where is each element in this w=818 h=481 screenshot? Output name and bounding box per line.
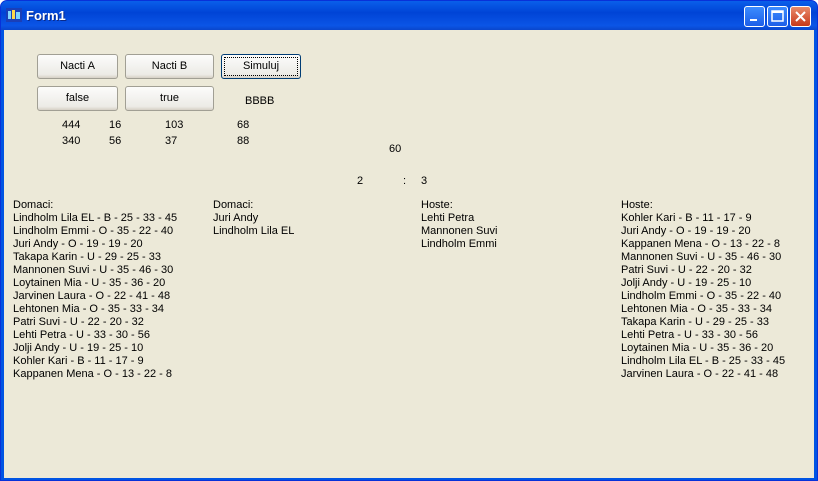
- stat-label-r1c3: 103: [165, 119, 184, 131]
- simuluj-label: Simuluj: [242, 60, 280, 72]
- list-item: Lehti Petra - U - 33 - 30 - 56: [13, 329, 150, 341]
- true-button[interactable]: true: [125, 86, 214, 111]
- list-item: Takapa Karin - U - 29 - 25 - 33: [13, 251, 161, 263]
- list-item: Lindholm Emmi - O - 35 - 22 - 40: [13, 225, 174, 237]
- app-window: Form1 Nacti A Nacti B Simuluj false true…: [0, 0, 818, 481]
- minimize-button[interactable]: [744, 6, 765, 27]
- list-item: Jarvinen Laura - O - 22 - 41 - 48: [621, 368, 779, 380]
- hoste-selected-list: Hoste: Lehti Petra Mannonen Suvi Lindhol…: [421, 199, 497, 251]
- list-item: Mannonen Suvi - U - 35 - 46 - 30: [13, 264, 174, 276]
- list-header: Hoste:: [421, 199, 453, 211]
- list-item: Kappanen Mena - O - 13 - 22 - 8: [13, 368, 172, 380]
- list-item: Mannonen Suvi: [421, 225, 498, 237]
- list-item: Jolji Andy - U - 19 - 25 - 10: [621, 277, 752, 289]
- list-item: Jolji Andy - U - 19 - 25 - 10: [13, 342, 144, 354]
- domaci-all-list: Domaci: Lindholm Lila EL - B - 25 - 33 -…: [13, 199, 177, 381]
- title-bar[interactable]: Form1: [1, 1, 817, 30]
- list-header: Domaci:: [13, 199, 54, 211]
- domaci-selected-list: Domaci: Juri Andy Lindholm Lila EL: [213, 199, 294, 238]
- list-header: Domaci:: [213, 199, 254, 211]
- score-home-label: 2: [357, 175, 364, 187]
- stat-label-r1c4: 68: [237, 119, 250, 131]
- list-item: Loytainen Mia - U - 35 - 36 - 20: [13, 277, 166, 289]
- list-item: Kohler Kari - B - 11 - 17 - 9: [13, 355, 144, 367]
- list-item: Lehti Petra - U - 33 - 30 - 56: [621, 329, 758, 341]
- simuluj-button[interactable]: Simuluj: [221, 54, 301, 79]
- list-item: Juri Andy: [213, 212, 259, 224]
- list-item: Loytainen Mia - U - 35 - 36 - 20: [621, 342, 774, 354]
- list-item: Patri Suvi - U - 22 - 20 - 32: [621, 264, 752, 276]
- list-item: Lindholm Lila EL - B - 25 - 33 - 45: [621, 355, 786, 367]
- stat-label-r2c3: 37: [165, 135, 178, 147]
- stat-label-r2c2: 56: [109, 135, 122, 147]
- list-item: Takapa Karin - U - 29 - 25 - 33: [621, 316, 769, 328]
- window-title: Form1: [26, 8, 66, 23]
- minimize-icon: [750, 19, 757, 21]
- list-item: Kohler Kari - B - 11 - 17 - 9: [621, 212, 752, 224]
- stat-label-r1c2: 16: [109, 119, 122, 131]
- stat-label-r1c1: 444: [62, 119, 81, 131]
- stat-label-r2c1: 340: [62, 135, 81, 147]
- list-item: Lindholm Emmi: [421, 238, 497, 250]
- score-away-label: 3: [421, 175, 428, 187]
- app-icon: [6, 8, 22, 22]
- false-button[interactable]: false: [37, 86, 118, 111]
- stat-label-r2c4: 88: [237, 135, 250, 147]
- list-item: Lindholm Lila EL - B - 25 - 33 - 45: [13, 212, 178, 224]
- score-separator: :: [403, 175, 407, 187]
- nacti-b-button[interactable]: Nacti B: [125, 54, 214, 79]
- maximize-button[interactable]: [767, 6, 788, 27]
- sixty-label: 60: [389, 143, 402, 155]
- close-button[interactable]: [790, 6, 811, 27]
- bbbb-label: BBBB: [245, 95, 275, 107]
- list-item: Juri Andy - O - 19 - 19 - 20: [13, 238, 143, 250]
- list-item: Lindholm Lila EL: [213, 225, 295, 237]
- form-client-area: Nacti A Nacti B Simuluj false true BBBB …: [4, 30, 814, 478]
- list-item: Jarvinen Laura - O - 22 - 41 - 48: [13, 290, 171, 302]
- list-item: Lehtonen Mia - O - 35 - 33 - 34: [621, 303, 773, 315]
- list-item: Lindholm Emmi - O - 35 - 22 - 40: [621, 290, 782, 302]
- list-item: Kappanen Mena - O - 13 - 22 - 8: [621, 238, 780, 250]
- list-item: Juri Andy - O - 19 - 19 - 20: [621, 225, 751, 237]
- list-item: Lehtonen Mia - O - 35 - 33 - 34: [13, 303, 165, 315]
- maximize-icon: [771, 10, 784, 22]
- list-header: Hoste:: [621, 199, 653, 211]
- nacti-a-button[interactable]: Nacti A: [37, 54, 118, 79]
- hoste-all-list: Hoste: Kohler Kari - B - 11 - 17 - 9 Jur…: [621, 199, 785, 381]
- list-item: Lehti Petra: [421, 212, 475, 224]
- list-item: Patri Suvi - U - 22 - 20 - 32: [13, 316, 144, 328]
- list-item: Mannonen Suvi - U - 35 - 46 - 30: [621, 251, 782, 263]
- close-icon: [795, 11, 806, 22]
